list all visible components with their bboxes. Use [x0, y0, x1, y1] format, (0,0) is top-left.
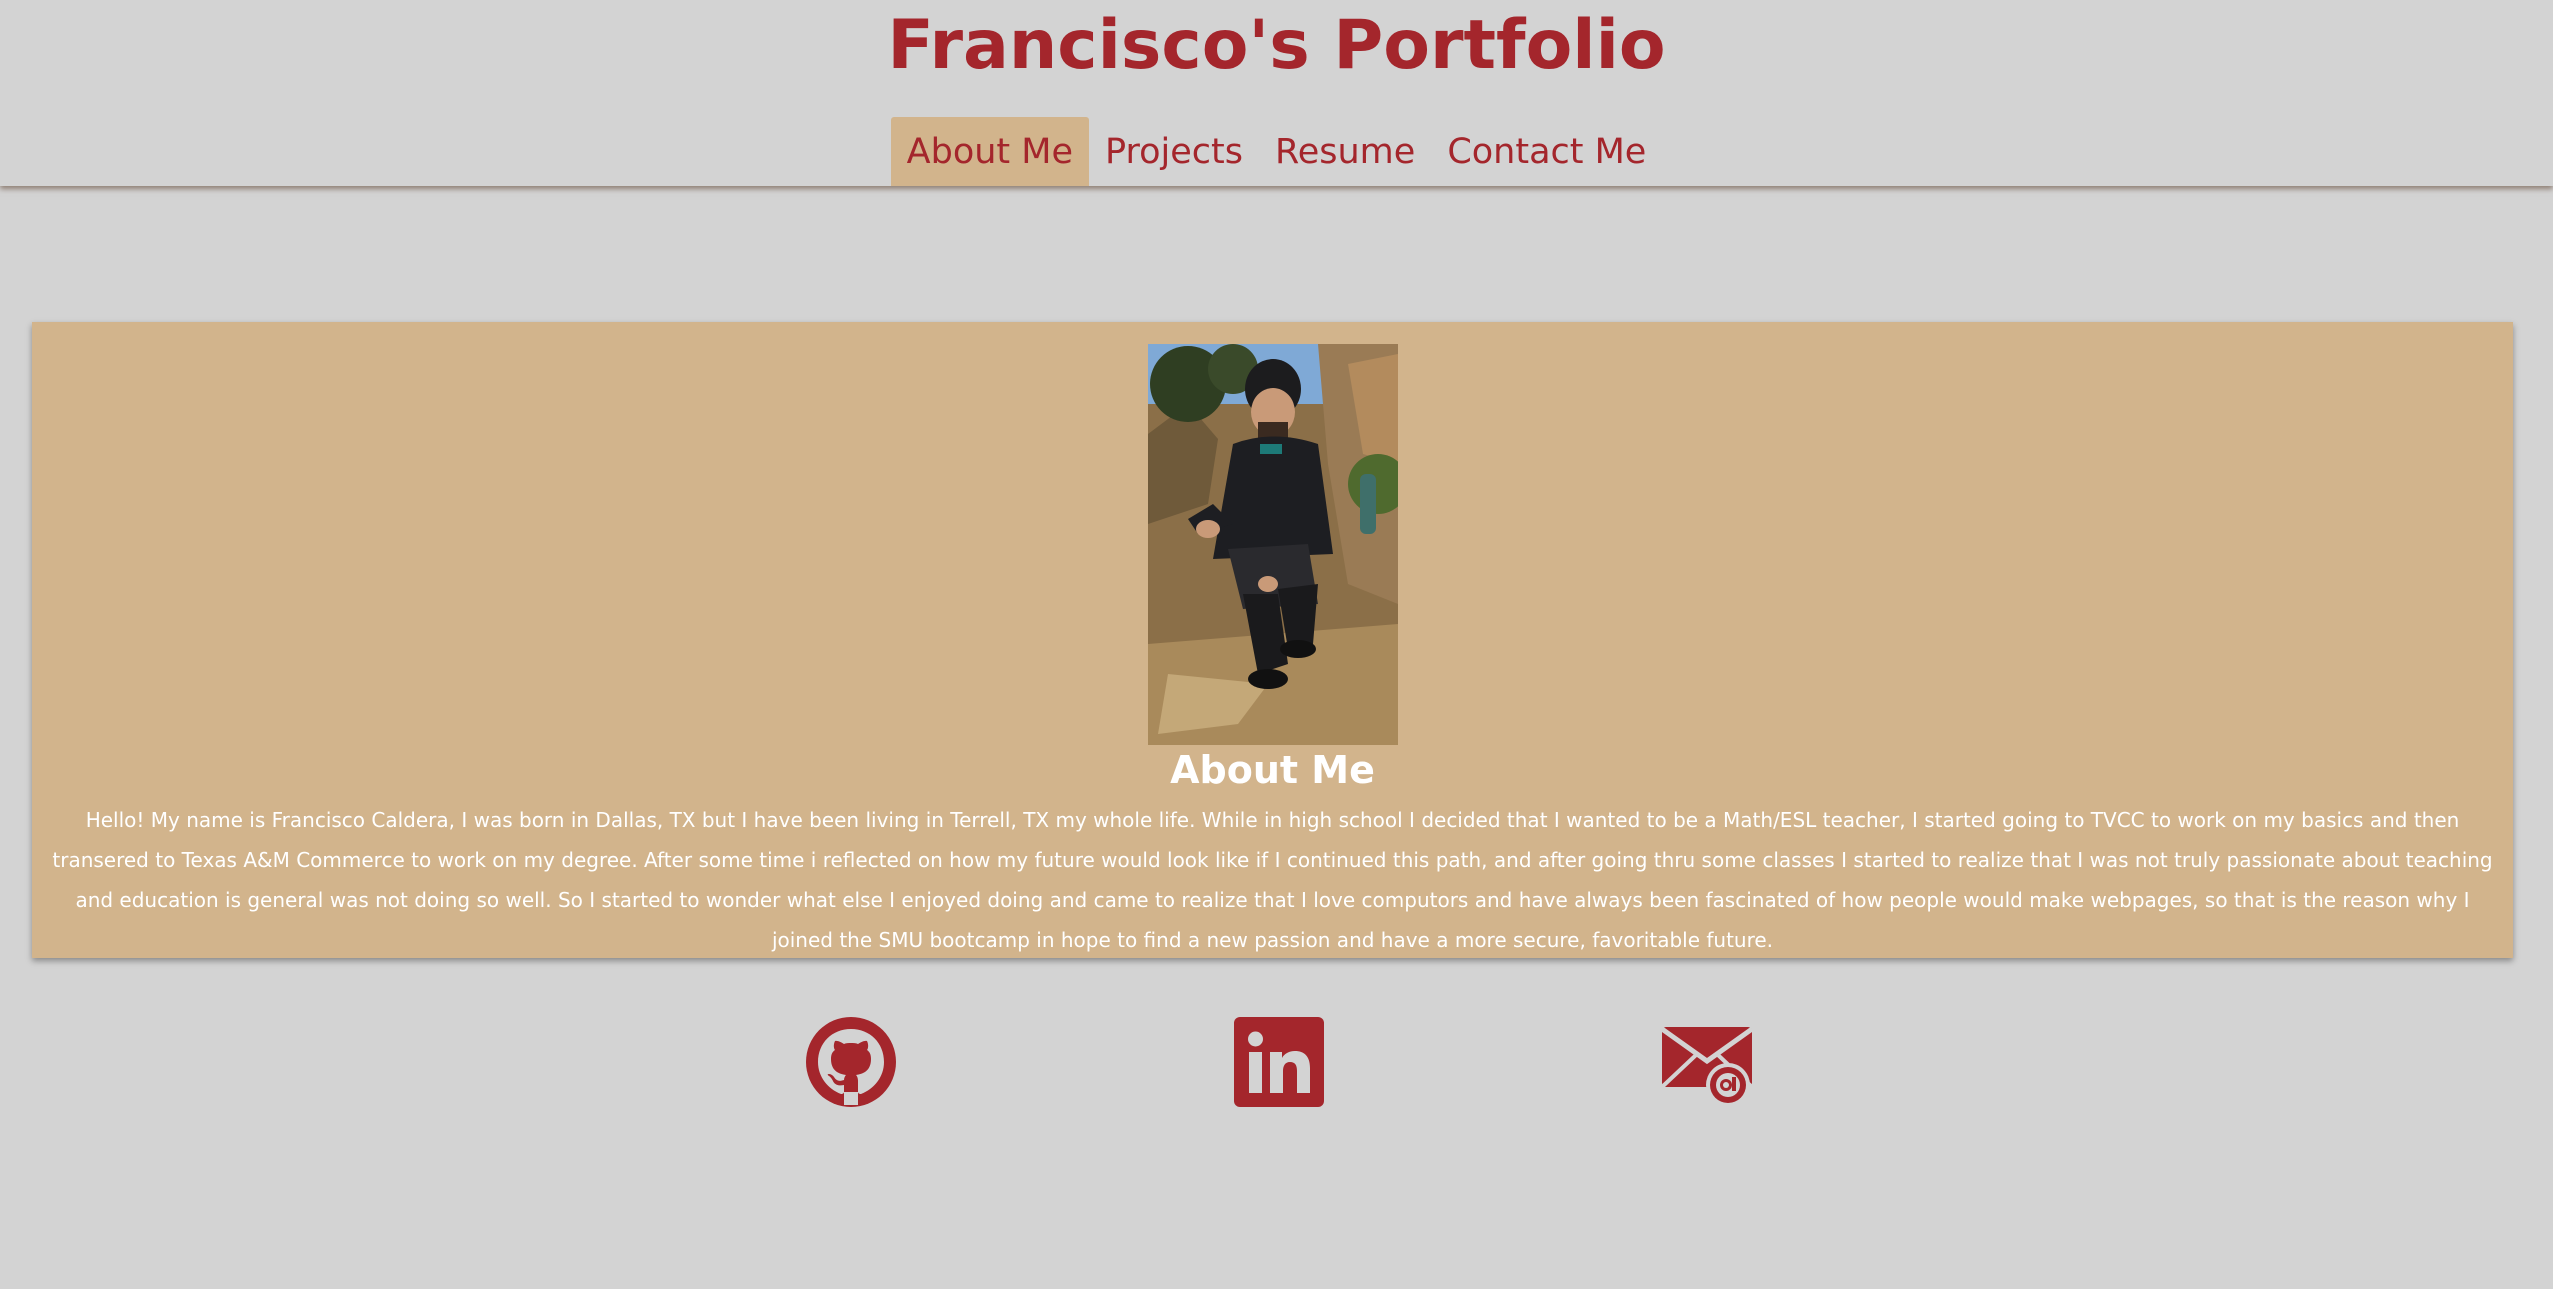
- social-links: [0, 1015, 2553, 1110]
- site-title: Francisco's Portfolio: [887, 6, 1666, 85]
- github-icon: [804, 1015, 898, 1109]
- email-icon: [1660, 1015, 1754, 1109]
- site-header: Francisco's Portfolio About Me Projects …: [0, 0, 2553, 186]
- nav-about-me[interactable]: About Me: [890, 117, 1089, 186]
- nav-contact-me[interactable]: Contact Me: [1431, 117, 1662, 186]
- github-link[interactable]: [804, 1015, 898, 1109]
- profile-photo: [1148, 344, 1398, 745]
- linkedin-icon: [1232, 1015, 1326, 1109]
- about-heading: About Me: [1170, 748, 1375, 792]
- about-text: Hello! My name is Francisco Caldera, I w…: [52, 808, 2493, 952]
- linkedin-link[interactable]: [1232, 1015, 1326, 1109]
- about-section: About Me Hello! My name is Francisco Cal…: [32, 322, 2513, 958]
- main-nav: About Me Projects Resume Contact Me: [0, 117, 2553, 186]
- nav-projects[interactable]: Projects: [1089, 117, 1259, 186]
- email-link[interactable]: [1660, 1015, 1754, 1109]
- nav-resume[interactable]: Resume: [1259, 117, 1431, 186]
